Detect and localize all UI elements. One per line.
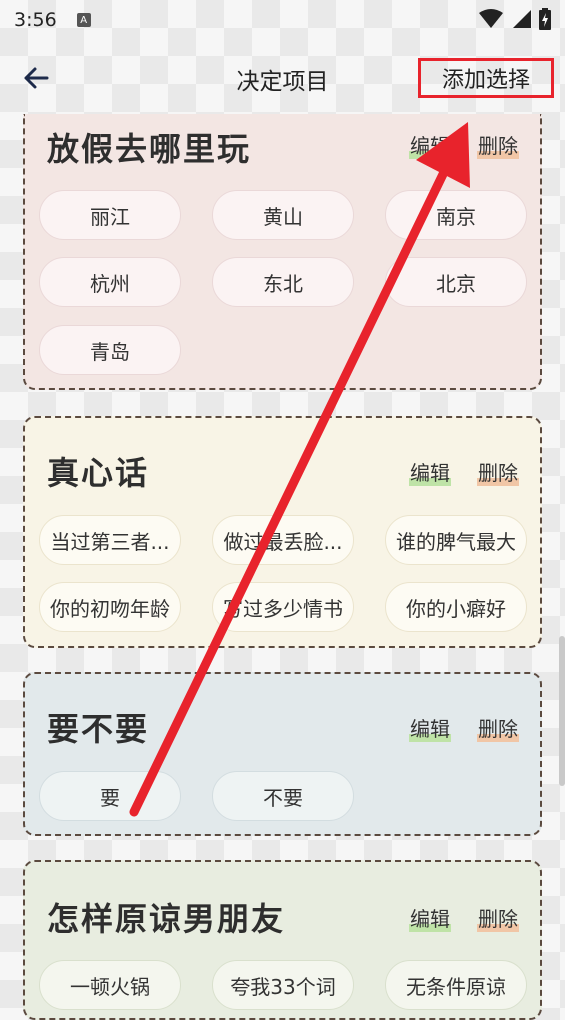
- app-bar: 决定项目 添加选择: [0, 46, 565, 112]
- option-chip[interactable]: 一顿火锅: [39, 960, 181, 1010]
- option-chip[interactable]: 杭州: [39, 257, 181, 307]
- delete-button[interactable]: 删除: [477, 713, 519, 742]
- decision-card: 要不要 编辑 删除 要 不要: [23, 672, 542, 836]
- option-chip[interactable]: 要: [39, 771, 181, 821]
- card-title: 怎样原谅男朋友: [47, 900, 286, 938]
- option-chip[interactable]: 你的小癖好: [385, 582, 527, 632]
- decision-card: 放假去哪里玩 编辑 删除 丽江 黄山 南京 杭州 东北 北京 青岛: [23, 114, 542, 390]
- delete-button[interactable]: 删除: [477, 903, 519, 932]
- add-option-button[interactable]: 添加选择: [418, 58, 554, 98]
- option-chip[interactable]: 黄山: [212, 190, 354, 240]
- status-time: 3:56: [14, 9, 57, 31]
- option-chip[interactable]: 北京: [385, 257, 527, 307]
- notification-icon: A: [76, 13, 91, 27]
- option-chip[interactable]: 你的初吻年龄: [39, 582, 181, 632]
- option-chip[interactable]: 夸我33个词: [212, 960, 354, 1010]
- option-chip[interactable]: 东北: [212, 257, 354, 307]
- battery-icon: [539, 8, 551, 30]
- status-bar: 3:56 A: [0, 0, 565, 40]
- option-chip[interactable]: 无条件原谅: [385, 960, 527, 1010]
- delete-button[interactable]: 删除: [477, 130, 519, 159]
- option-chip[interactable]: 青岛: [39, 325, 181, 375]
- option-chip[interactable]: 当过第三者...: [39, 515, 181, 565]
- edit-button[interactable]: 编辑: [409, 130, 451, 159]
- option-chip[interactable]: 写过多少情书: [212, 582, 354, 632]
- option-chip[interactable]: 丽江: [39, 190, 181, 240]
- edit-button[interactable]: 编辑: [409, 457, 451, 486]
- back-button[interactable]: [16, 58, 56, 98]
- card-title: 要不要: [47, 710, 150, 748]
- card-title: 放假去哪里玩: [47, 130, 252, 168]
- option-chip[interactable]: 做过最丢脸...: [212, 515, 354, 565]
- back-arrow-icon: [24, 67, 49, 89]
- scrollbar-thumb[interactable]: [559, 636, 565, 786]
- delete-button[interactable]: 删除: [477, 457, 519, 486]
- option-chip[interactable]: 谁的脾气最大: [385, 515, 527, 565]
- decision-card: 怎样原谅男朋友 编辑 删除 一顿火锅 夸我33个词 无条件原谅: [23, 860, 542, 1020]
- wifi-icon: [479, 9, 503, 28]
- signal-icon: [513, 10, 531, 28]
- decision-card: 真心话 编辑 删除 当过第三者... 做过最丢脸... 谁的脾气最大 你的初吻年…: [23, 416, 542, 648]
- option-chip[interactable]: 南京: [385, 190, 527, 240]
- edit-button[interactable]: 编辑: [409, 713, 451, 742]
- option-chip[interactable]: 不要: [212, 771, 354, 821]
- edit-button[interactable]: 编辑: [409, 903, 451, 932]
- card-title: 真心话: [47, 454, 150, 492]
- status-icons: [479, 8, 551, 30]
